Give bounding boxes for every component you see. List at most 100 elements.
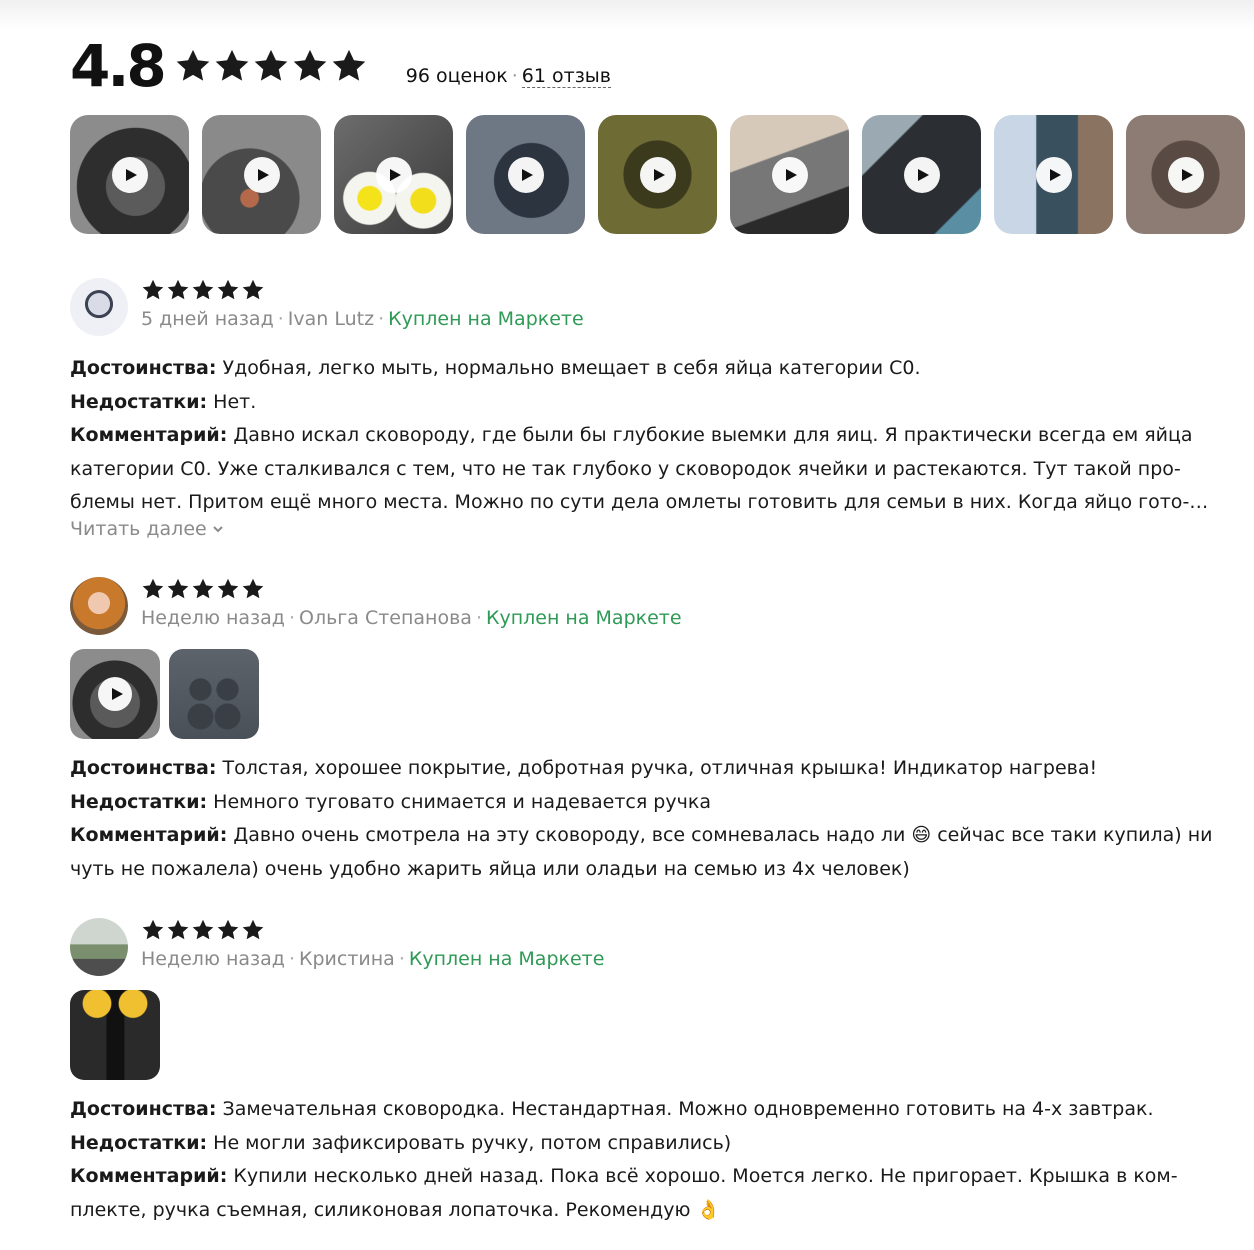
review-body: Достоинства: Замечательная сковородка. Н…	[70, 1093, 1230, 1227]
cons-label: Недостатки:	[70, 1131, 208, 1154]
review-author[interactable]: Ольга Степанова	[299, 607, 472, 629]
photo-thumbnail[interactable]	[70, 990, 160, 1080]
comment-text: Давно искал сковороду, где были бы глубо…	[70, 424, 1193, 513]
play-icon	[507, 156, 544, 193]
purchase-badge: Куплен на Маркете	[408, 948, 605, 970]
star-icon	[242, 578, 264, 599]
review-meta: Неделю назад · Ольга Степанова · Куплен на М…	[141, 607, 682, 629]
play-icon	[639, 156, 676, 193]
video-thumbnail[interactable]	[1126, 115, 1245, 234]
review-card: 5 дней назад · Ivan Lutz · Куплен на Маркете…	[70, 278, 1230, 540]
cons-text: Не могли зафиксировать ручку, потом спра…	[213, 1131, 732, 1154]
play-icon	[98, 677, 132, 711]
star-icon	[217, 279, 239, 300]
video-thumbnail[interactable]	[598, 115, 717, 234]
play-icon	[771, 156, 808, 193]
review-comment: Комментарий: Давно искал сковороду, где …	[70, 419, 1230, 520]
purchase-badge: Куплен на Маркете	[388, 308, 584, 330]
review-date: Неделю назад	[141, 948, 285, 970]
video-thumbnail[interactable]	[202, 115, 321, 234]
star-icon	[192, 279, 214, 300]
review-cons: Недостатки: Нет.	[70, 386, 1230, 420]
meta-dot: ·	[378, 308, 385, 330]
star-icon	[142, 578, 164, 599]
video-thumbnail[interactable]	[70, 649, 160, 739]
comment-text: Купили несколько дней назад. Пока всё хо…	[70, 1165, 1178, 1221]
video-thumbnail[interactable]	[334, 115, 453, 234]
play-icon	[903, 156, 940, 193]
review-stars	[141, 918, 604, 944]
star-icon	[332, 49, 366, 81]
comment-text: Давно очень смотрела на эту сковороду, в…	[70, 824, 1213, 880]
meta-dot: ·	[475, 607, 482, 629]
review-body: Достоинства: Удобная, легко мыть, нормал…	[70, 352, 1230, 520]
star-icon	[242, 279, 264, 300]
review-date: 5 дней назад	[141, 308, 274, 330]
star-icon	[192, 919, 214, 940]
star-icon	[254, 49, 288, 81]
comment-label: Комментарий:	[70, 424, 228, 446]
review-date: Неделю назад	[141, 607, 285, 629]
pros-label: Достоинства:	[70, 757, 217, 779]
pros-text: Удобная, легко мыть, нормально вмещает в…	[222, 357, 921, 379]
review-photos	[70, 990, 1230, 1080]
review-comment: Комментарий: Купили несколько дней назад…	[70, 1160, 1230, 1227]
video-thumbnail[interactable]	[994, 115, 1113, 234]
review-body: Достоинства: Толстая, хорошее покрытие, …	[70, 752, 1230, 886]
review-pros: Достоинства: Толстая, хорошее покрытие, …	[70, 752, 1230, 786]
pros-text: Толстая, хорошее покрытие, добротная руч…	[222, 757, 1098, 779]
star-icon	[242, 919, 264, 940]
average-rating-stars	[174, 47, 368, 85]
cons-label: Недостатки:	[70, 790, 208, 813]
review-stars	[141, 278, 584, 304]
video-thumbnail[interactable]	[862, 115, 981, 234]
video-thumbnail[interactable]	[70, 115, 189, 234]
star-icon	[167, 919, 189, 940]
play-icon	[1035, 156, 1072, 193]
pros-label: Достоинства:	[70, 1098, 217, 1120]
review-author[interactable]: Ivan Lutz	[288, 308, 374, 330]
review-author[interactable]: Кристина	[299, 948, 395, 970]
reviews-count-link[interactable]: 61 отзыв	[521, 65, 612, 88]
star-icon	[142, 919, 164, 940]
review-cons: Недостатки: Немного туговато снимается и…	[70, 786, 1230, 820]
cons-text: Немного туговато снимается и надевается …	[213, 790, 711, 813]
rating-counts: 96 оценок · 61 отзыв	[406, 65, 612, 88]
read-more-link[interactable]: Читать далее	[70, 518, 225, 540]
purchase-badge: Куплен на Маркете	[485, 607, 682, 629]
review-pros: Достоинства: Удобная, легко мыть, нормал…	[70, 352, 1230, 386]
avatar[interactable]	[70, 577, 128, 635]
meta-dot: ·	[288, 607, 295, 629]
review-meta: 5 дней назад · Ivan Lutz · Куплен на Маркете	[141, 308, 584, 330]
pros-text: Замечательная сковородка. Нестандартная.…	[222, 1098, 1154, 1120]
comment-label: Комментарий:	[70, 824, 228, 846]
play-icon	[375, 156, 412, 193]
video-thumbnail[interactable]	[466, 115, 585, 234]
cons-text: Нет.	[213, 390, 257, 413]
star-icon	[167, 279, 189, 300]
top-shade	[0, 0, 1254, 30]
star-icon	[293, 49, 327, 81]
photo-thumbnail[interactable]	[169, 649, 259, 739]
star-icon	[142, 279, 164, 300]
meta-dot: ·	[277, 308, 284, 330]
review-card: Неделю назад · Ольга Степанова · Куплен на М…	[70, 577, 1230, 886]
avatar[interactable]	[70, 918, 128, 976]
star-icon	[176, 49, 210, 81]
review-card: Неделю назад · Кристина · Куплен на Маркете …	[70, 918, 1230, 1227]
review-meta: Неделю назад · Кристина · Куплен на Маркете	[141, 948, 604, 970]
play-icon	[111, 156, 148, 193]
chevron-down-icon	[212, 525, 223, 532]
comment-label: Комментарий:	[70, 1165, 228, 1187]
review-stars	[141, 577, 682, 603]
star-icon	[192, 578, 214, 599]
review-cons: Недостатки: Не могли зафиксировать ручку…	[70, 1127, 1230, 1161]
avatar[interactable]	[70, 278, 128, 336]
average-rating: 4.8	[70, 32, 167, 100]
play-icon	[1167, 156, 1204, 193]
rating-summary: 4.8 96 оценок · 61 отзыв	[70, 30, 612, 102]
cons-label: Недостатки:	[70, 390, 208, 413]
video-thumbnail[interactable]	[730, 115, 849, 234]
review-photos	[70, 649, 1230, 739]
review-pros: Достоинства: Замечательная сковородка. Н…	[70, 1093, 1230, 1127]
